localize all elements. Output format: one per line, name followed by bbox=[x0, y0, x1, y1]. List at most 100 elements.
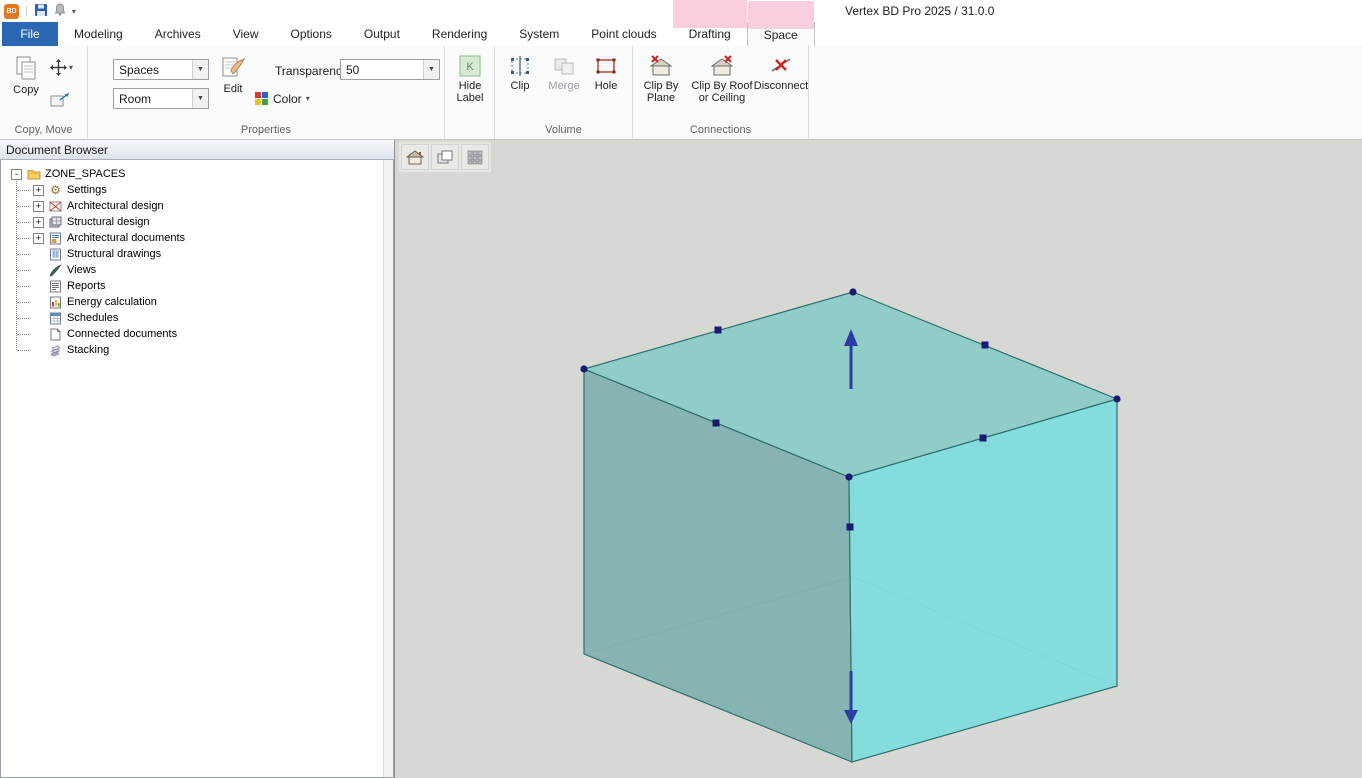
copy-button[interactable]: Copy bbox=[8, 55, 44, 96]
tab-output[interactable]: Output bbox=[348, 22, 416, 46]
tree-item-architectural-documents[interactable]: + Architectural documents bbox=[1, 230, 393, 246]
ribbon-tab-bar: File Modeling Archives View Options Outp… bbox=[0, 22, 1362, 46]
model-viewport[interactable] bbox=[395, 140, 1362, 778]
tree-item-settings[interactable]: + ⚙ Settings bbox=[1, 182, 393, 198]
tree-item-structural-design[interactable]: + Structural design bbox=[1, 214, 393, 230]
bell-icon bbox=[54, 3, 66, 16]
ribbon: Copy ▾ Copy, Move Spaces▼ bbox=[0, 46, 1362, 140]
merge-button[interactable]: Merge bbox=[543, 55, 585, 92]
move-gadget-button[interactable] bbox=[50, 92, 70, 111]
tree-item-architectural-design[interactable]: + Architectural design bbox=[1, 198, 393, 214]
move-button[interactable]: ▾ bbox=[50, 59, 73, 76]
tile-view-button[interactable] bbox=[461, 144, 489, 170]
tab-archives[interactable]: Archives bbox=[139, 22, 217, 46]
edge-handle[interactable] bbox=[713, 420, 720, 427]
tree-item-reports[interactable]: Reports bbox=[1, 278, 393, 294]
ribbon-group-copy-move: Copy ▾ Copy, Move bbox=[0, 46, 88, 139]
customize-quick-access-icon[interactable]: ▾ bbox=[72, 7, 76, 16]
expander-spacer bbox=[33, 249, 44, 260]
edge-handle[interactable] bbox=[980, 435, 987, 442]
edge-handle[interactable] bbox=[847, 524, 854, 531]
merge-icon bbox=[553, 55, 575, 77]
app-logo-icon[interactable]: BD bbox=[4, 4, 19, 19]
vertex-handle[interactable] bbox=[845, 473, 852, 480]
cascade-view-button[interactable] bbox=[431, 144, 459, 170]
hide-label-button[interactable]: K Hide Label bbox=[450, 55, 490, 104]
vertex-handle[interactable] bbox=[849, 288, 856, 295]
tab-point-clouds[interactable]: Point clouds bbox=[575, 22, 672, 46]
tree-children: + ⚙ Settings + Architectural design + bbox=[1, 182, 393, 358]
window-title: Vertex BD Pro 2025 / 31.0.0 bbox=[845, 4, 994, 18]
clip-by-plane-icon bbox=[649, 55, 673, 77]
clip-button[interactable]: Clip bbox=[501, 55, 539, 92]
tree-item-stacking[interactable]: Stacking bbox=[1, 342, 393, 358]
color-button[interactable]: Color ▾ bbox=[254, 91, 310, 106]
color-palette-icon bbox=[254, 91, 269, 106]
chevron-down-icon: ▼ bbox=[423, 60, 439, 79]
tab-file[interactable]: File bbox=[2, 22, 58, 46]
copy-icon bbox=[13, 55, 39, 81]
reports-icon bbox=[48, 280, 63, 293]
tab-modeling[interactable]: Modeling bbox=[58, 22, 139, 46]
edge-handle[interactable] bbox=[715, 327, 722, 334]
expander-spacer bbox=[33, 313, 44, 324]
hole-button[interactable]: Hole bbox=[587, 55, 625, 92]
tab-view[interactable]: View bbox=[217, 22, 275, 46]
tab-system[interactable]: System bbox=[503, 22, 575, 46]
disconnect-button[interactable]: Disconnect bbox=[755, 55, 807, 92]
hole-icon bbox=[595, 55, 617, 77]
vertex-handle[interactable] bbox=[580, 365, 587, 372]
room-type-select[interactable]: Room▼ bbox=[113, 88, 209, 109]
move-icon bbox=[50, 59, 67, 76]
hide-label-icon: K bbox=[459, 55, 481, 77]
expand-icon[interactable]: + bbox=[33, 233, 44, 244]
group-label-volume: Volume bbox=[495, 124, 632, 136]
expander-spacer bbox=[33, 281, 44, 292]
tab-drafting[interactable]: Drafting bbox=[673, 22, 747, 46]
structural-design-icon bbox=[48, 216, 63, 229]
chevron-down-icon: ▾ bbox=[306, 94, 310, 103]
vertex-handle[interactable] bbox=[1113, 395, 1120, 402]
connected-documents-icon bbox=[48, 328, 63, 341]
expander-spacer bbox=[33, 297, 44, 308]
save-button[interactable] bbox=[34, 3, 48, 20]
ribbon-empty-space bbox=[809, 46, 1362, 139]
collapse-icon[interactable]: - bbox=[11, 169, 22, 180]
ribbon-group-connections: Clip By Plane Clip By Roof or Ceiling Di… bbox=[633, 46, 809, 139]
document-browser-panel: Document Browser - ZONE_SPACES + ⚙ Setti… bbox=[0, 140, 395, 778]
transparency-select[interactable]: 50▼ bbox=[340, 59, 440, 80]
tree-scrollbar[interactable] bbox=[383, 160, 393, 777]
expander-spacer bbox=[33, 345, 44, 356]
edit-button[interactable]: Edit bbox=[214, 55, 252, 95]
expand-icon[interactable]: + bbox=[33, 201, 44, 212]
tree-item-connected-documents[interactable]: Connected documents bbox=[1, 326, 393, 342]
chevron-down-icon: ▼ bbox=[192, 60, 208, 79]
document-tree: - ZONE_SPACES + ⚙ Settings + bbox=[1, 160, 393, 358]
expand-icon[interactable]: + bbox=[33, 185, 44, 196]
cascade-view-icon bbox=[437, 150, 454, 165]
edge-handle[interactable] bbox=[982, 342, 989, 349]
tab-rendering[interactable]: Rendering bbox=[416, 22, 503, 46]
tree-item-energy-calculation[interactable]: Energy calculation bbox=[1, 294, 393, 310]
group-label-connections: Connections bbox=[633, 124, 808, 136]
notifications-button[interactable] bbox=[54, 3, 66, 19]
ribbon-group-hide-label: K Hide Label bbox=[445, 46, 495, 139]
expander-spacer bbox=[33, 329, 44, 340]
expand-icon[interactable]: + bbox=[33, 217, 44, 228]
stacking-icon bbox=[48, 344, 63, 357]
tree-item-zone-spaces[interactable]: - ZONE_SPACES bbox=[1, 166, 393, 182]
clip-by-roof-or-ceiling-icon bbox=[710, 55, 734, 77]
roof-view-button[interactable] bbox=[401, 144, 429, 170]
tree-item-schedules[interactable]: Schedules bbox=[1, 310, 393, 326]
space-type-select[interactable]: Spaces▼ bbox=[113, 59, 209, 80]
clip-by-plane-button[interactable]: Clip By Plane bbox=[635, 55, 687, 104]
tab-space[interactable]: Space bbox=[747, 22, 815, 46]
energy-calculation-icon bbox=[48, 296, 63, 309]
move-gadget-icon bbox=[50, 92, 70, 108]
tree-item-structural-drawings[interactable]: Structural drawings bbox=[1, 246, 393, 262]
clip-by-roof-or-ceiling-button[interactable]: Clip By Roof or Ceiling bbox=[689, 55, 755, 104]
transparency-label: Transparency bbox=[275, 64, 348, 78]
tree-item-views[interactable]: Views bbox=[1, 262, 393, 278]
space-model-scene[interactable] bbox=[395, 140, 1362, 778]
tab-options[interactable]: Options bbox=[275, 22, 348, 46]
